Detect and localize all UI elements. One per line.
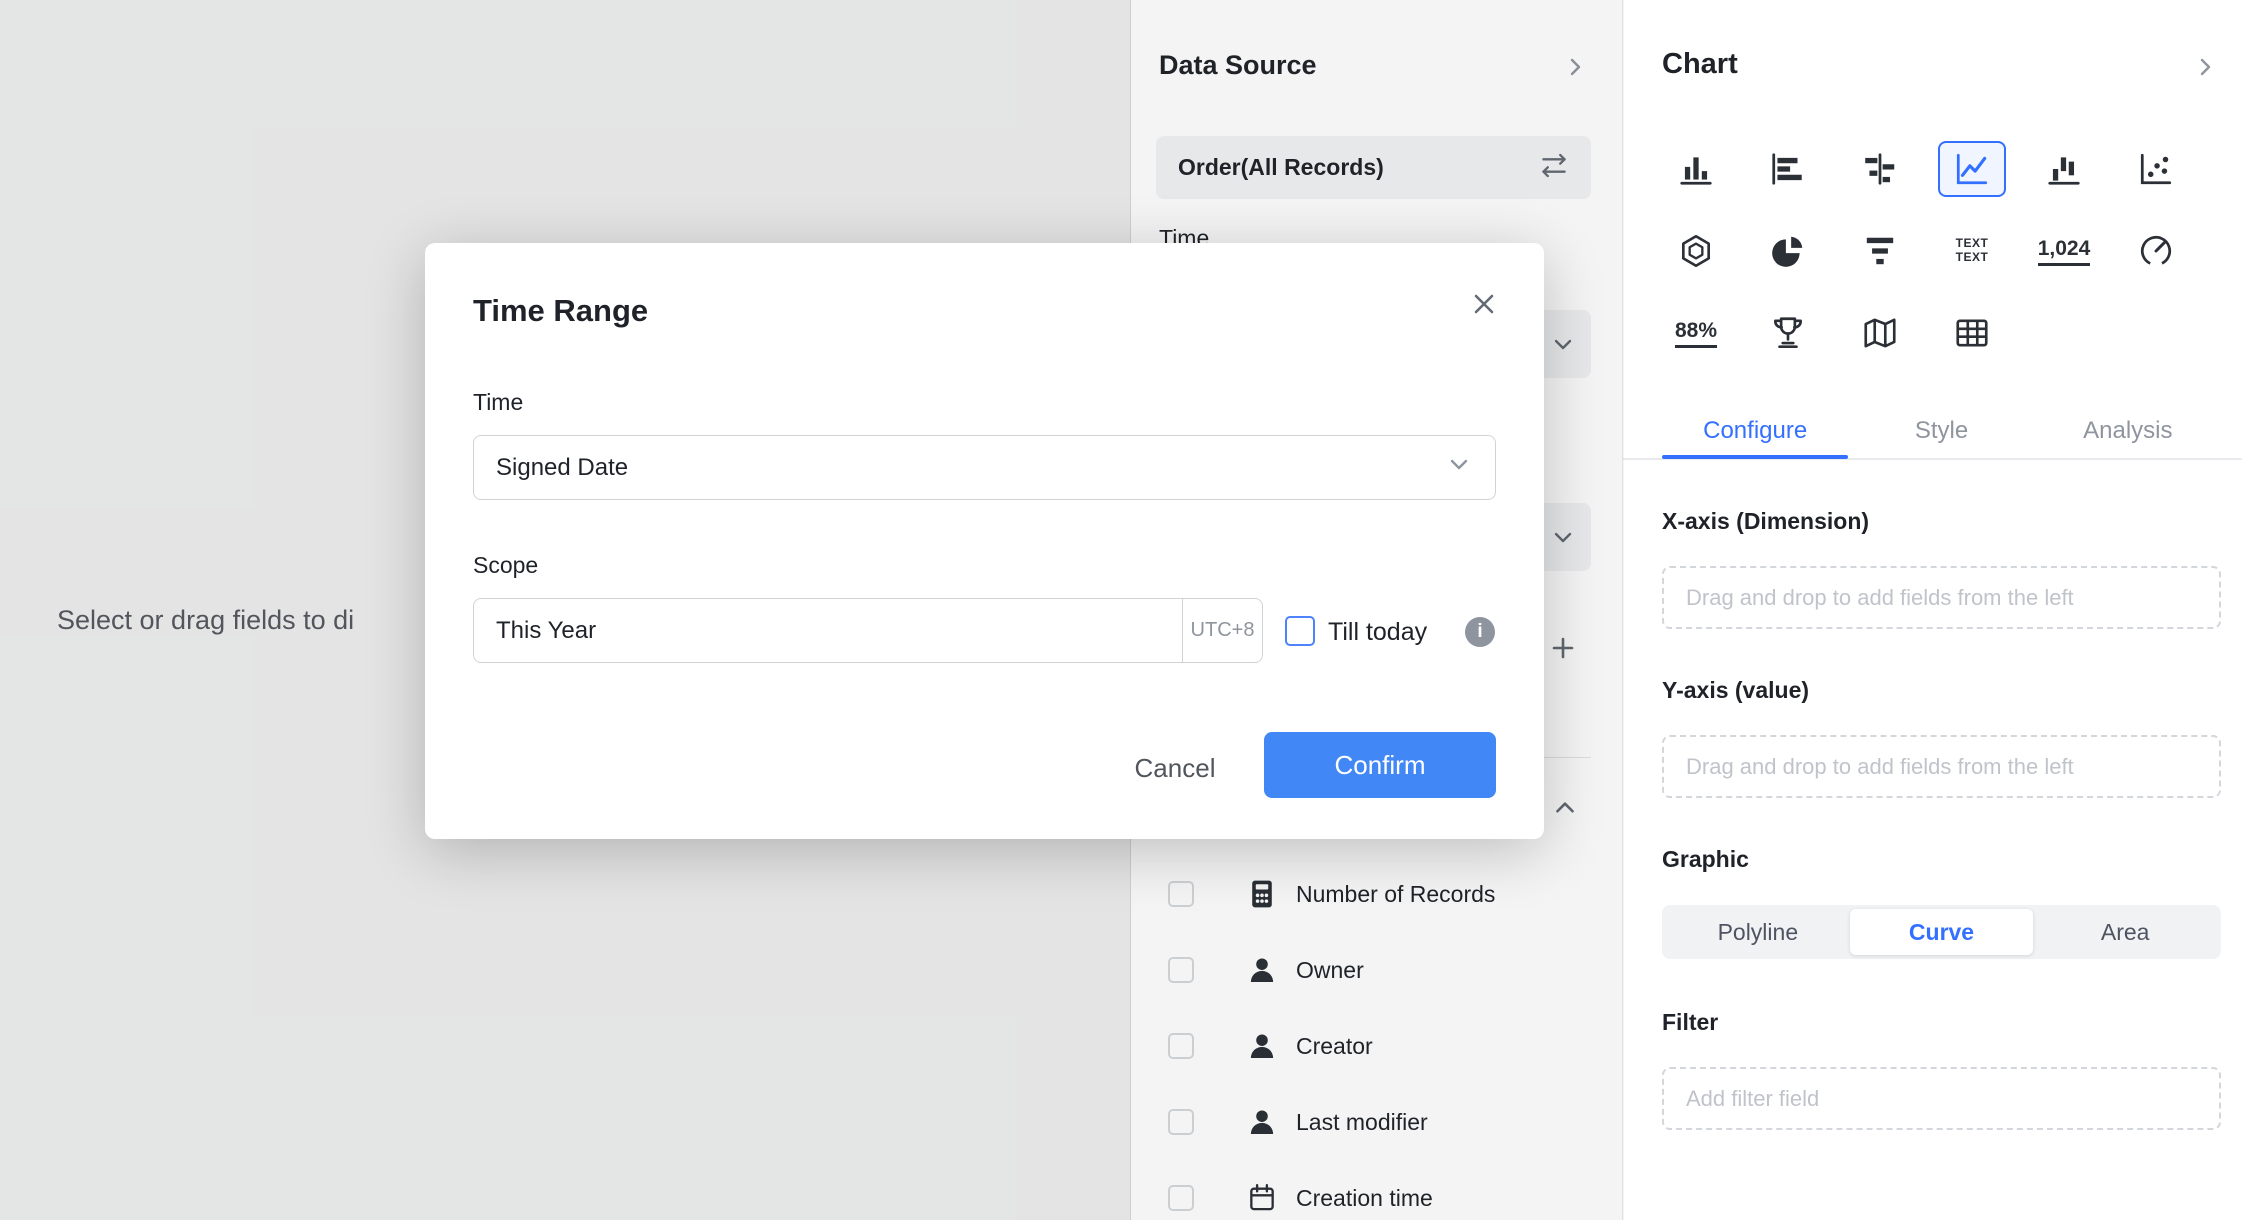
tab-analysis[interactable]: Analysis [2035,408,2221,454]
config-tabs: Configure Style Analysis [1662,408,2221,454]
scope-input-group[interactable]: This Year UTC+8 [473,598,1263,663]
chevron-right-icon [2193,66,2217,83]
tab-configure[interactable]: Configure [1662,408,1848,454]
close-icon [1468,307,1500,324]
app-root: Select or drag fields to di Data Source … [0,0,2242,1220]
chart-type-percent-icon[interactable]: 88% [1662,305,1730,361]
y-axis-dropzone[interactable]: Drag and drop to add fields from the lef… [1662,735,2221,798]
time-field-label: Time [473,389,523,416]
modal-title: Time Range [473,293,648,329]
chart-type-grid: TEXTTEXT 1,024 88% [1662,141,2190,361]
chart-type-ranking-icon[interactable] [1754,305,1822,361]
chart-type-waterfall-icon[interactable] [2030,141,2098,197]
confirm-button[interactable]: Confirm [1264,732,1496,798]
chart-type-text-icon[interactable]: TEXTTEXT [1938,223,2006,279]
chart-panel-title: Chart [1662,48,1738,81]
time-select[interactable]: Signed Date [473,435,1496,500]
chart-type-column-icon[interactable] [1662,141,1730,197]
x-axis-placeholder: Drag and drop to add fields from the lef… [1686,585,2074,611]
chart-type-gauge-icon[interactable] [2122,223,2190,279]
filter-label: Filter [1662,1009,1718,1036]
scope-input-value[interactable]: This Year [474,617,1182,645]
chart-type-radar-icon[interactable] [1662,223,1730,279]
y-axis-label: Y-axis (value) [1662,677,1809,704]
chart-type-funnel-icon[interactable] [1846,223,1914,279]
filter-placeholder: Add filter field [1686,1086,1819,1112]
chart-type-bar-icon[interactable] [1754,141,1822,197]
graphic-option-polyline[interactable]: Polyline [1666,909,1850,955]
chart-type-line-icon[interactable] [1938,141,2006,197]
chart-panel-expand-button[interactable] [2193,55,2217,84]
active-tab-underline [1662,455,1848,459]
till-today-label: Till today [1328,617,1427,647]
chevron-down-icon [1445,450,1473,485]
chart-type-table-icon[interactable] [1938,305,2006,361]
chart-type-pie-icon[interactable] [1754,223,1822,279]
chart-type-map-icon[interactable] [1846,305,1914,361]
till-today-checkbox[interactable] [1285,616,1315,646]
time-range-modal: Time Range Time Signed Date Scope This Y… [425,243,1544,839]
graphic-option-curve[interactable]: Curve [1850,909,2034,955]
time-select-value: Signed Date [496,454,628,482]
close-button[interactable] [1468,288,1500,325]
text-card-line: TEXT [1956,237,1989,251]
filter-dropzone[interactable]: Add filter field [1662,1067,2221,1130]
graphic-option-area[interactable]: Area [2033,909,2217,955]
scope-field-label: Scope [473,552,538,579]
timezone-badge: UTC+8 [1182,599,1262,662]
x-axis-label: X-axis (Dimension) [1662,508,1869,535]
y-axis-placeholder: Drag and drop to add fields from the lef… [1686,754,2074,780]
info-icon[interactable]: i [1465,617,1495,647]
tab-style[interactable]: Style [1848,408,2034,454]
x-axis-dropzone[interactable]: Drag and drop to add fields from the lef… [1662,566,2221,629]
chart-type-bidirectional-bar-icon[interactable] [1846,141,1914,197]
chart-type-number-icon[interactable]: 1,024 [2030,223,2098,279]
chart-panel: Chart TEXTTEXT 1,024 88% Configure [1623,0,2242,1220]
chart-type-scatter-icon[interactable] [2122,141,2190,197]
graphic-label: Graphic [1662,846,1749,873]
text-card-line: TEXT [1956,251,1989,265]
cancel-button[interactable]: Cancel [1115,753,1235,784]
graphic-segmented-control: Polyline Curve Area [1662,905,2221,959]
